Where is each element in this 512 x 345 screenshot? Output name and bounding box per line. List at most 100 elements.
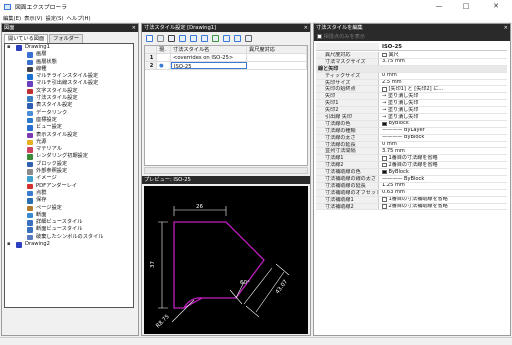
property-value[interactable]: 1.25 mm — [379, 183, 507, 189]
menu-settings[interactable]: 設定(S) — [45, 14, 63, 22]
property-row[interactable]: 矢印サイズ 2.5 mm — [316, 79, 507, 87]
property-row[interactable]: ティックサイズ 0 mm — [316, 72, 507, 80]
copy-icon[interactable] — [190, 34, 197, 42]
property-row[interactable]: 寸法線の色 ByBlock — [316, 120, 507, 128]
property-value[interactable]: ByBlock — [379, 169, 507, 175]
close-button[interactable]: ✕ — [484, 1, 508, 12]
tree-item[interactable]: 文字スタイル設定 — [5, 88, 133, 95]
tree-item[interactable]: 画層状態 — [5, 59, 133, 66]
property-row[interactable]: 寸法補助線のオフセット 0.63 mm — [316, 189, 507, 197]
tree-toggle-icon[interactable]: ▪ — [7, 44, 11, 51]
menu-help[interactable]: ヘルプ(H) — [67, 14, 91, 22]
property-row[interactable]: 寸法線の太さ ———— ByBlock — [316, 134, 507, 142]
grid-horizontal-scrollbar[interactable] — [144, 167, 308, 174]
property-row[interactable]: 寸法線の延長 0 mm — [316, 141, 507, 149]
tree-item[interactable]: 破棄したシンボルのスタイル — [5, 234, 133, 241]
tree-item[interactable]: データリンク — [5, 110, 133, 117]
set-current-icon[interactable] — [168, 34, 175, 42]
property-value[interactable]: [矢印1] と [矢印2] に... — [379, 86, 507, 92]
detail-view-icon[interactable] — [245, 34, 252, 42]
menu-edit[interactable]: 編集(E) — [3, 14, 21, 22]
maximize-button[interactable]: □ — [454, 1, 478, 12]
tree-item[interactable]: 座標設定 — [5, 117, 133, 124]
tree-item[interactable]: 表スタイル設定 — [5, 102, 133, 109]
minimize-button[interactable]: — — [427, 1, 451, 12]
property-value[interactable]: 異尺 — [379, 52, 507, 58]
property-row[interactable]: 引出線 矢印 → 塗り潰し矢印 — [316, 114, 507, 121]
property-value[interactable]: 2番目の寸法補助線を省略 — [379, 204, 507, 210]
tree-item[interactable]: 外部参照設定 — [5, 168, 133, 175]
style-name-field[interactable]: ISO-25 — [379, 43, 402, 50]
property-value[interactable]: ByBlock — [379, 121, 507, 127]
tree-item[interactable]: PDFアンダーレイ — [5, 183, 133, 190]
property-row[interactable]: 寸法線1 1番目の寸法線を省略 — [316, 155, 507, 163]
new-icon[interactable] — [146, 34, 153, 42]
property-value[interactable]: ———— ByLayer — [379, 128, 507, 134]
property-value[interactable]: ———— ByBlock — [379, 176, 507, 182]
tree-item[interactable]: ▪ Drawing1 — [5, 44, 133, 51]
property-row[interactable]: 矢印1 → 塗り潰し矢印 — [316, 100, 507, 108]
color-swatch[interactable] — [382, 121, 387, 127]
property-row[interactable]: 寸法線の種類 ———— ByLayer — [316, 127, 507, 135]
tree-item[interactable]: 画層 — [5, 51, 133, 58]
tree-item[interactable]: マルチ引出線スタイル設定 — [5, 80, 133, 87]
table-row[interactable]: 2 ● ISO-25 — [145, 62, 307, 70]
delete-icon[interactable] — [157, 34, 164, 42]
property-value[interactable]: → 塗り潰し矢印 — [379, 107, 507, 113]
property-row[interactable]: 寸法補助線の色 ByBlock — [316, 169, 507, 177]
row-style-name[interactable]: ISO-25 — [171, 62, 247, 69]
menu-view[interactable]: 表示(V) — [24, 14, 42, 22]
tree-toggle-icon[interactable]: ▪ — [7, 241, 11, 248]
drawings-pane-close-icon[interactable]: × — [132, 24, 136, 32]
property-row[interactable]: 矢印の始終点 [矢印1] と [矢印2] に... — [316, 86, 507, 94]
grid-col-current[interactable]: 現. — [157, 46, 171, 53]
tree-item[interactable]: イメージ — [5, 175, 133, 182]
property-row[interactable]: 寸法マスクサイズ 3.75 mm — [316, 58, 507, 66]
property-row[interactable]: 寸法補助線の線の太さ ———— ByBlock — [316, 176, 507, 183]
tree-item[interactable]: ブロック設定 — [5, 161, 133, 168]
tree-item[interactable]: ▪ Drawing2 — [5, 241, 133, 248]
property-row[interactable]: 矢印2 → 塗り潰し矢印 — [316, 107, 507, 115]
checkbox[interactable] — [382, 87, 387, 92]
tab-open-drawings[interactable]: 開いている図面 — [4, 34, 49, 43]
tab-folders[interactable]: フォルダー — [49, 34, 84, 43]
color-swatch[interactable] — [382, 169, 387, 175]
tree-item[interactable]: 断面ビュースタイル — [5, 226, 133, 233]
property-value[interactable]: 2番目の寸法線を省略 — [379, 162, 507, 168]
property-value[interactable]: 1番目の寸法補助線を省略 — [379, 197, 507, 203]
tree-item[interactable]: レンダリング初期設定 — [5, 153, 133, 160]
drawing-tree[interactable]: ▪ Drawing1 画層 画層状態 線種 マルチラインスタイル設定 マルチ引出線スタイル設… — [4, 43, 134, 308]
tree-item[interactable]: 光源 — [5, 139, 133, 146]
tree-item[interactable]: 点群 — [5, 190, 133, 197]
property-value[interactable]: ———— ByBlock — [379, 135, 507, 141]
dimstyle-pane-close-icon[interactable]: × — [304, 24, 308, 32]
property-row[interactable]: 寸法補助線の延長 1.25 mm — [316, 182, 507, 190]
grid-col-name[interactable]: 寸法スタイル名 — [171, 46, 247, 53]
property-row[interactable]: 寸法補助線1 1番目の寸法補助線を省略 — [316, 196, 507, 204]
grid-col-annotative[interactable]: 異尺度対応 — [247, 46, 307, 53]
property-section[interactable]: 線と矢印 — [316, 65, 507, 73]
property-value[interactable]: 3.75 mm — [379, 59, 507, 65]
property-value[interactable]: 1番目の寸法線を省略 — [379, 155, 507, 161]
checkbox[interactable] — [382, 162, 387, 168]
tree-item[interactable]: 保存 — [5, 197, 133, 204]
show-diff-checkbox[interactable] — [317, 34, 322, 39]
checkbox[interactable] — [382, 52, 387, 58]
property-value[interactable]: → 塗り潰し矢印 — [379, 100, 507, 106]
property-row[interactable]: 異尺度対応 異尺 — [316, 52, 507, 59]
checkbox[interactable] — [382, 204, 387, 209]
property-value[interactable]: → 塗り潰し矢印 — [379, 93, 507, 99]
property-row[interactable]: 並列寸法間隔 3.75 mm — [316, 148, 507, 156]
paste-icon[interactable] — [201, 34, 208, 42]
property-row[interactable]: 寸法線2 2番目の寸法線を省略 — [316, 162, 507, 170]
property-value[interactable]: 0.63 mm — [379, 190, 507, 196]
property-value[interactable]: 2.5 mm — [379, 80, 507, 86]
refresh-icon[interactable] — [212, 34, 219, 42]
table-row[interactable]: 1 <overrides on ISO-25> — [145, 54, 307, 62]
checkbox[interactable] — [382, 197, 387, 202]
tree-item[interactable]: ページ設定 — [5, 205, 133, 212]
property-value[interactable]: 3.75 mm — [379, 148, 507, 154]
checkbox[interactable] — [382, 156, 387, 161]
edit-icon[interactable] — [179, 34, 186, 42]
property-row[interactable]: 寸法補助線2 2番目の寸法補助線を省略 — [316, 203, 507, 211]
